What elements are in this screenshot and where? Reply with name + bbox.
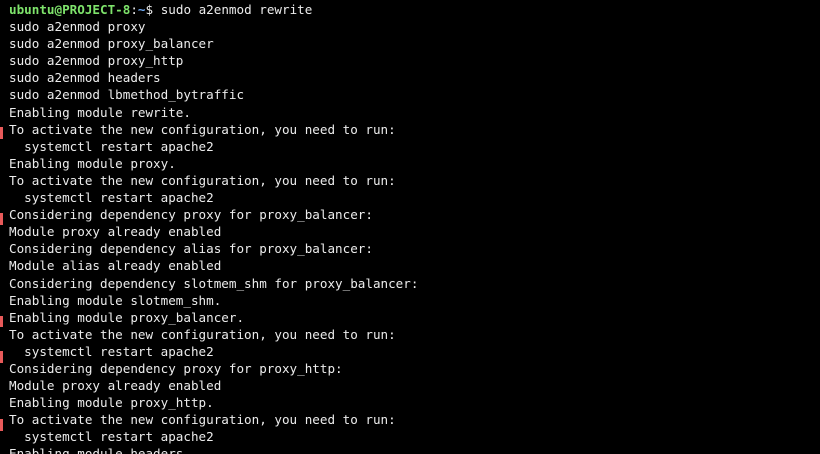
output-line: sudo a2enmod proxy [9, 19, 146, 35]
output-line: Module proxy already enabled [9, 224, 222, 240]
output-line: Enabling module headers. [9, 446, 191, 454]
prompt-line: ubuntu@PROJECT-8:~$ sudo a2enmod rewrite [9, 1, 418, 18]
output-line: To activate the new configuration, you n… [9, 172, 396, 188]
output-line: systemctl restart apache2 [9, 343, 214, 359]
output-line: systemctl restart apache2 [9, 429, 214, 445]
gutter-marker [0, 213, 3, 225]
output-line: Enabling module proxy_http. [9, 395, 214, 411]
prompt-command: sudo a2enmod rewrite [153, 2, 313, 17]
output-line: Enabling module proxy_balancer. [9, 309, 245, 325]
output-line: Considering dependency alias for proxy_b… [9, 241, 373, 257]
gutter-marker [0, 316, 3, 327]
terminal-left-gutter [0, 0, 3, 454]
gutter-marker [0, 351, 3, 363]
output-line: sudo a2enmod headers [9, 70, 161, 86]
output-line: Considering dependency proxy for proxy_b… [9, 207, 373, 223]
output-line: Module alias already enabled [9, 258, 222, 274]
output-line: Enabling module rewrite. [9, 104, 191, 120]
output-line: sudo a2enmod proxy_http [9, 53, 184, 69]
output-line: To activate the new configuration, you n… [9, 326, 396, 342]
gutter-marker [0, 419, 3, 431]
output-line: To activate the new configuration, you n… [9, 412, 396, 428]
output-line: Enabling module slotmem_shm. [9, 292, 222, 308]
output-line: systemctl restart apache2 [9, 190, 214, 206]
output-line: To activate the new configuration, you n… [9, 121, 396, 137]
output-line: sudo a2enmod lbmethod_bytraffic [9, 87, 245, 103]
terminal-window[interactable]: ubuntu@PROJECT-8:~$ sudo a2enmod rewrite… [0, 0, 820, 454]
output-line: Enabling module proxy. [9, 155, 176, 171]
output-line: Considering dependency slotmem_shm for p… [9, 275, 419, 291]
terminal-output[interactable]: ubuntu@PROJECT-8:~$ sudo a2enmod rewrite… [9, 1, 418, 454]
gutter-marker [0, 127, 3, 139]
prompt-symbol: $ [145, 2, 154, 17]
prompt-separator: : [130, 2, 138, 17]
output-line: Module proxy already enabled [9, 378, 222, 394]
prompt-path: ~ [137, 2, 146, 17]
output-line: sudo a2enmod proxy_balancer [9, 36, 214, 52]
output-line: Considering dependency proxy for proxy_h… [9, 360, 343, 376]
output-line: systemctl restart apache2 [9, 138, 214, 154]
prompt-user-host: ubuntu@PROJECT-8 [9, 2, 131, 17]
